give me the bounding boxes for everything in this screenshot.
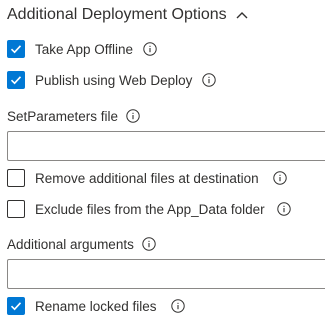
setparameters-file-label: SetParameters file <box>7 108 119 124</box>
additional-arguments-input[interactable] <box>7 259 325 289</box>
info-icon[interactable] <box>143 42 157 56</box>
info-icon[interactable] <box>142 237 156 251</box>
exclude-app-data-checkbox[interactable] <box>7 200 25 218</box>
remove-additional-files-label: Remove additional files at destination <box>35 170 259 186</box>
section-header-additional-deployment-options[interactable]: Additional Deployment Options <box>7 4 249 26</box>
rename-locked-files-label: Rename locked files <box>35 298 157 314</box>
info-icon[interactable] <box>126 109 140 123</box>
checkmark-icon <box>10 45 22 54</box>
publish-web-deploy-checkbox[interactable] <box>7 71 25 89</box>
rename-locked-files-option: Rename locked files <box>7 296 185 316</box>
take-app-offline-label: Take App Offline <box>35 41 134 57</box>
exclude-app-data-label: Exclude files from the App_Data folder <box>35 201 265 217</box>
info-icon[interactable] <box>170 299 185 313</box>
take-app-offline-checkbox[interactable] <box>7 40 25 58</box>
rename-locked-files-checkbox[interactable] <box>7 297 25 315</box>
info-icon[interactable] <box>202 73 217 87</box>
take-app-offline-option: Take App Offline <box>7 39 157 59</box>
info-icon[interactable] <box>272 171 287 185</box>
section-title: Additional Deployment Options <box>7 6 227 23</box>
publish-web-deploy-option: Publish using Web Deploy <box>7 70 217 90</box>
chevron-up-icon[interactable] <box>235 8 249 22</box>
publish-web-deploy-label: Publish using Web Deploy <box>35 72 193 88</box>
exclude-app-data-option: Exclude files from the App_Data folder <box>7 199 291 219</box>
info-icon[interactable] <box>276 202 291 216</box>
additional-arguments-label-row: Additional arguments <box>7 235 156 253</box>
setparameters-file-input[interactable] <box>7 131 325 161</box>
remove-additional-files-option: Remove additional files at destination <box>7 168 287 188</box>
setparameters-file-label-row: SetParameters file <box>7 107 140 125</box>
remove-additional-files-checkbox[interactable] <box>7 169 25 187</box>
checkmark-icon <box>10 302 22 311</box>
additional-arguments-label: Additional arguments <box>7 236 134 252</box>
checkmark-icon <box>10 76 22 85</box>
